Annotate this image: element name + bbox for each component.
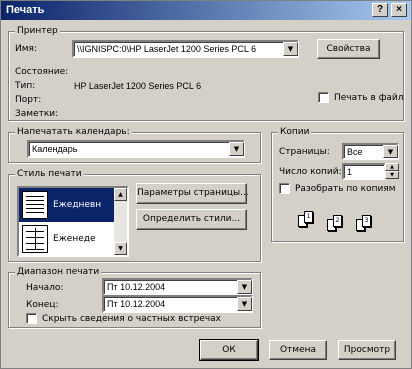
print-to-file-checkbox[interactable] — [318, 92, 329, 103]
style-name: Еженеде — [53, 234, 96, 244]
window-title: Печать — [6, 4, 45, 16]
printer-name-dropdown-icon[interactable]: ▼ — [283, 42, 298, 56]
type-label: Тип: — [15, 81, 36, 91]
end-date-value: Пт 10.12.2004 — [107, 299, 166, 309]
style-name: Ежедневн — [53, 200, 102, 210]
style-item-daily[interactable]: Ежедневн — [19, 188, 116, 222]
pages-value: Все — [347, 147, 363, 157]
title-bar[interactable]: Печать ? × — [1, 1, 411, 20]
end-date-select[interactable]: Пт 10.12.2004 — [102, 295, 253, 313]
hide-private-checkbox[interactable] — [26, 313, 37, 324]
ok-button[interactable]: ОК — [199, 339, 259, 361]
collate-checkbox[interactable] — [279, 183, 290, 194]
page-setup-button[interactable]: Параметры страницы... — [136, 183, 249, 204]
help-button[interactable]: ? — [372, 3, 388, 17]
comment-label: Заметки: — [15, 109, 59, 119]
close-button[interactable]: × — [391, 3, 407, 17]
start-date-value: Пт 10.12.2004 — [107, 282, 166, 292]
copies-count-value: 1 — [347, 167, 353, 177]
status-label: Состояние: — [15, 67, 69, 77]
copies-count-input[interactable]: 1 — [342, 163, 386, 180]
weekly-style-icon — [22, 225, 48, 253]
port-label: Порт: — [15, 95, 42, 105]
scroll-down-icon[interactable]: ▼ — [114, 242, 127, 255]
pages-label: Страницы: — [279, 147, 330, 157]
style-item-weekly[interactable]: Еженеде — [19, 222, 116, 255]
calendar-value: Календарь — [32, 144, 78, 154]
print-dialog: Печать ? × Принтер Имя: \\IGNISPC:0\HP L… — [0, 0, 412, 369]
print-style-legend: Стиль печати — [15, 169, 84, 180]
preview-button[interactable]: Просмотр — [338, 340, 396, 360]
daily-style-icon — [22, 191, 48, 219]
copies-legend: Копии — [278, 127, 312, 138]
print-range-legend: Диапазон печати — [15, 267, 102, 278]
copies-count-label: Число копий: — [279, 167, 342, 177]
start-label: Начало: — [26, 283, 64, 293]
end-label: Конец: — [26, 300, 59, 310]
define-styles-button[interactable]: Определить стили... — [136, 209, 247, 230]
cancel-button[interactable]: Отмена — [269, 340, 327, 360]
scroll-up-icon[interactable]: ▲ — [114, 188, 127, 201]
style-list-scrollbar[interactable]: ▲ ▼ — [114, 188, 127, 255]
start-date-dropdown-icon[interactable]: ▼ — [237, 280, 252, 294]
printer-name-value: \\IGNISPC:0\HP LaserJet 1200 Series PCL … — [77, 44, 257, 54]
printer-legend: Принтер — [15, 26, 60, 37]
type-value: HP LaserJet 1200 Series PCL 6 — [74, 81, 202, 91]
calendar-select[interactable]: Календарь — [27, 140, 245, 158]
pages-dropdown-icon[interactable]: ▼ — [383, 145, 398, 158]
properties-button[interactable]: Свойства — [317, 39, 380, 59]
print-to-file-label: Печать в файл — [334, 93, 404, 103]
end-date-dropdown-icon[interactable]: ▼ — [237, 297, 252, 311]
collate-page: 1 — [304, 211, 313, 223]
collate-label: Разобрать по копиям — [295, 184, 396, 194]
spin-down-icon[interactable]: ▼ — [385, 171, 399, 179]
start-date-select[interactable]: Пт 10.12.2004 — [102, 278, 253, 296]
spin-up-icon[interactable]: ▲ — [385, 163, 399, 171]
print-style-list[interactable]: Ежедневн Еженеде ▲ ▼ — [17, 186, 129, 257]
hide-private-label: Скрыть сведения о частных встречах — [42, 314, 221, 324]
printer-name-label: Имя: — [15, 44, 37, 54]
calendar-dropdown-icon[interactable]: ▼ — [229, 142, 244, 156]
calendar-legend: Напечатать календарь: — [15, 127, 132, 138]
printer-name-select[interactable]: \\IGNISPC:0\HP LaserJet 1200 Series PCL … — [72, 40, 299, 58]
collate-page: 2 — [333, 215, 342, 227]
collate-page: 3 — [362, 215, 371, 227]
